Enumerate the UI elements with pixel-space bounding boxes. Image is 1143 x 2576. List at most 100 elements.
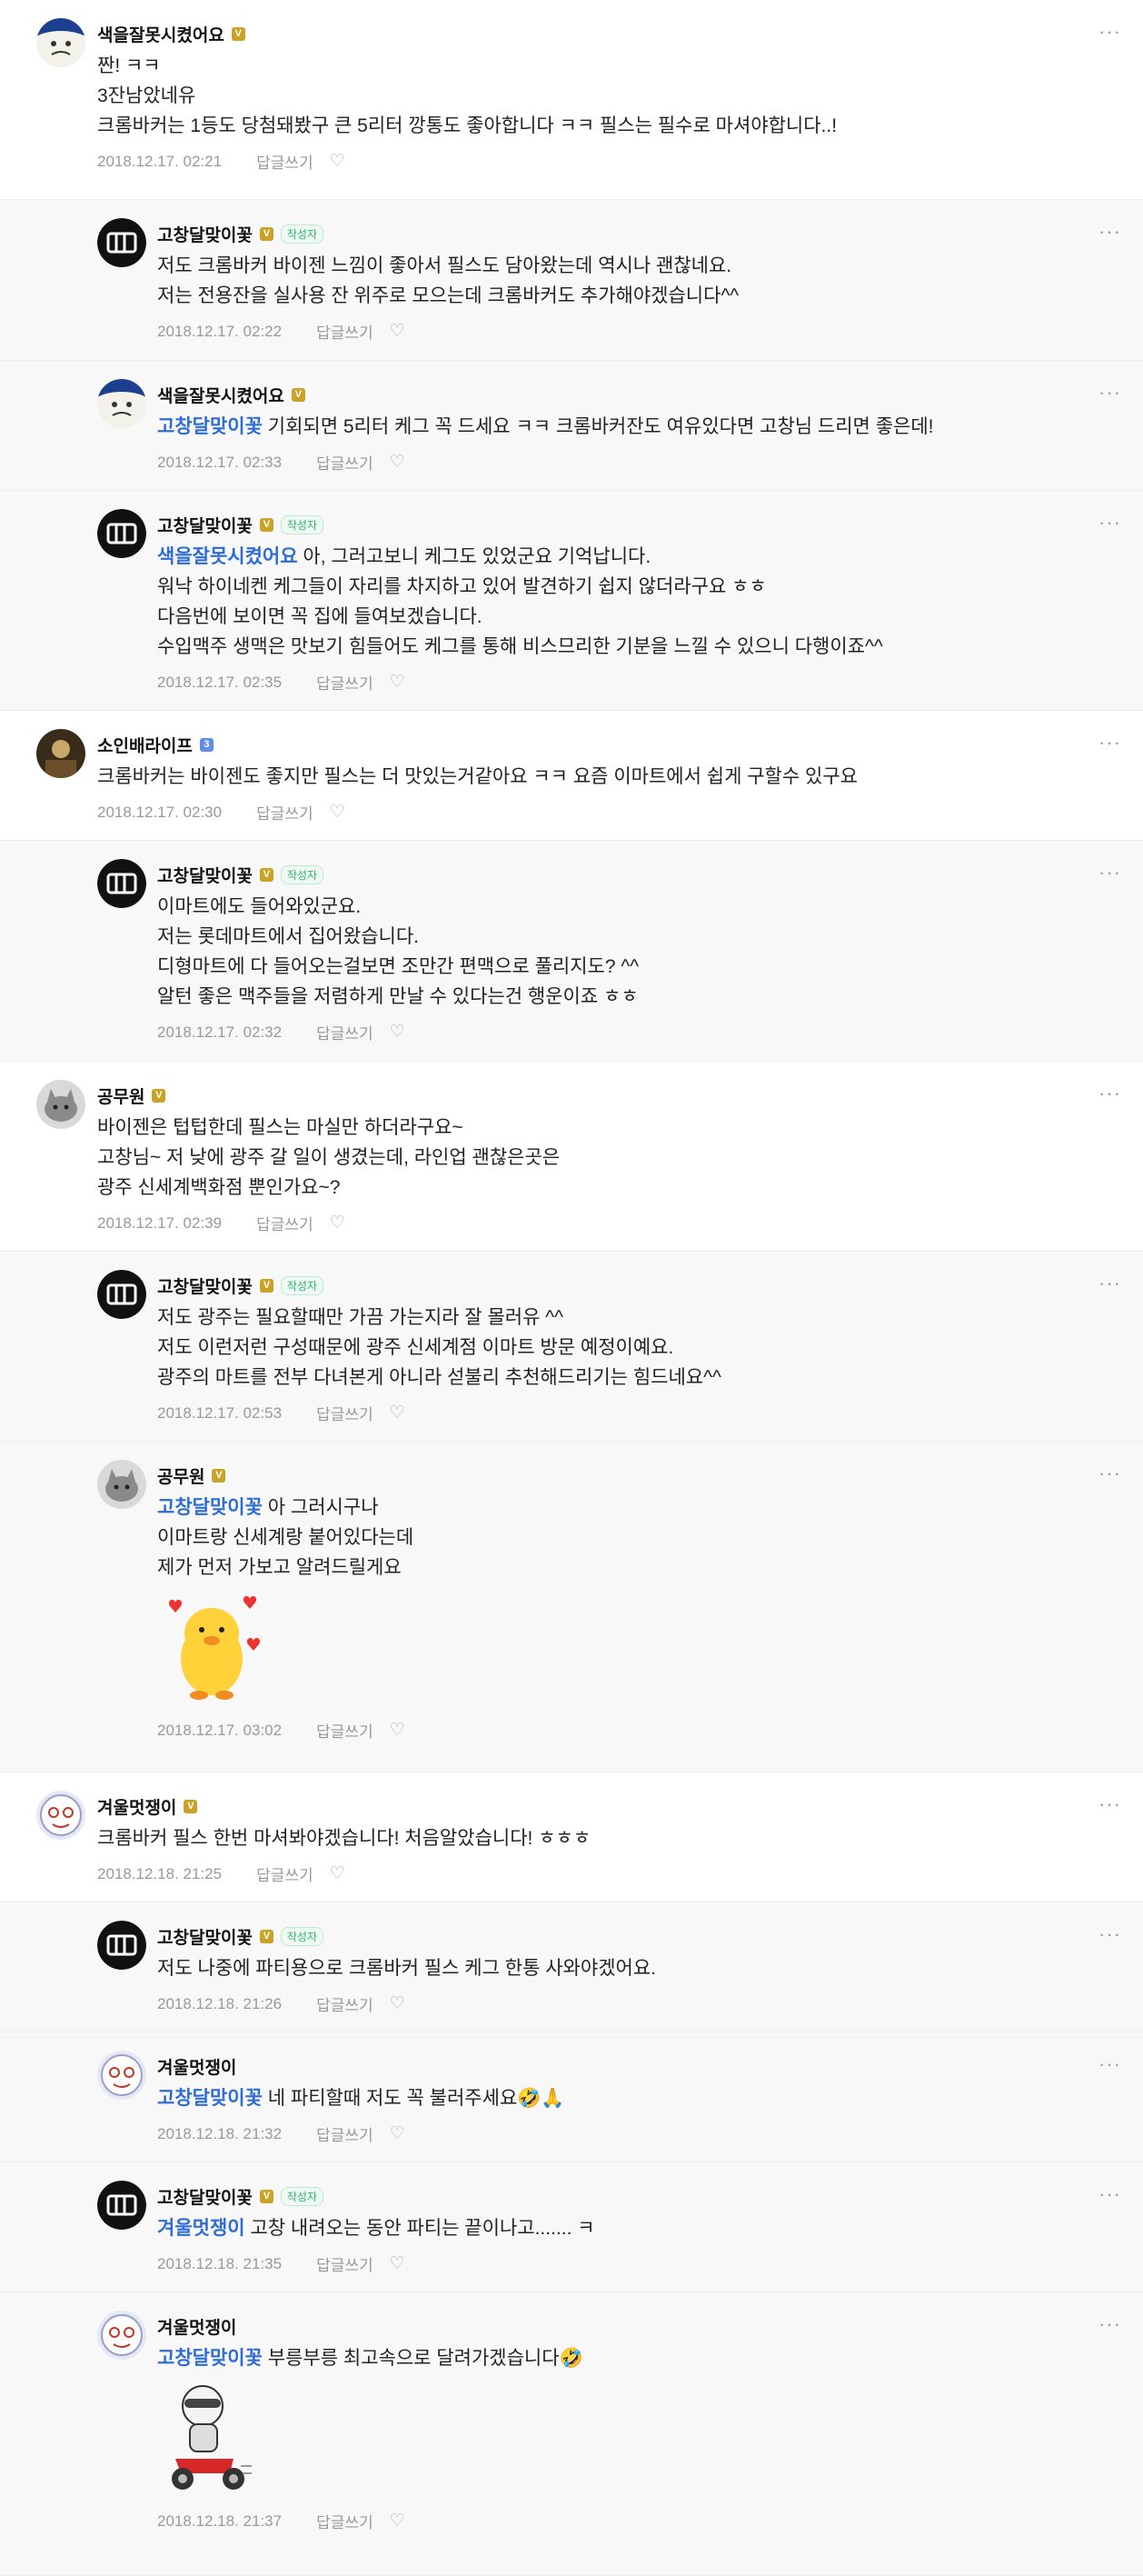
reply-button[interactable]: 답글쓰기 — [316, 1719, 373, 1742]
nickname[interactable]: 겨울멋쟁이 — [97, 1794, 176, 1819]
nickname[interactable]: 공무원 — [97, 1083, 144, 1108]
reply-button[interactable]: 답글쓰기 — [316, 1992, 373, 2015]
mention-link[interactable]: 고창달맞이꽃 — [157, 2348, 263, 2369]
nickname[interactable]: 소인배라이프 — [97, 733, 193, 757]
heart-outline-icon[interactable]: ♡ — [330, 151, 345, 172]
nickname[interactable]: 고창달맞이꽃 — [157, 222, 253, 246]
comment-text-line: 겨울멋쟁이 고창 내려오는 동안 파티는 끝이나고....... ㅋ — [157, 2218, 595, 2239]
more-options-icon[interactable]: ··· — [1098, 861, 1121, 884]
avatar[interactable] — [36, 18, 85, 67]
mention-link[interactable]: 색을잘못시켰어요 — [157, 546, 298, 567]
more-options-icon[interactable]: ··· — [1098, 1792, 1121, 1816]
avatar[interactable] — [97, 218, 146, 267]
comment-text-line: 저도 나중에 파티용으로 크롬바커 필스 케그 한통 사와야겠어요. — [157, 1958, 656, 1979]
avatar[interactable] — [97, 1270, 146, 1319]
more-options-icon[interactable]: ··· — [1098, 1462, 1121, 1485]
comment-body: 이마트에도 들어와있군요. 저는 롯데마트에서 집어왔습니다. 디형마트에 다 들어… — [157, 892, 639, 1012]
comment-text-line: 고창달맞이꽃 기회되면 5리터 케그 꼭 드세요 ㅋㅋ 크롬바커잔도 여유있다면… — [157, 416, 934, 437]
reply-button[interactable]: 답글쓰기 — [256, 1862, 313, 1885]
comment-header: 색을잘못시켰어요 V — [157, 383, 305, 407]
comment-body: 크롬바커 필스 한번 마셔봐야겠습니다! 처음알았습니다! ㅎㅎㅎ — [97, 1823, 591, 1853]
reply-button[interactable]: 답글쓰기 — [316, 320, 373, 343]
reply-button[interactable]: 답글쓰기 — [316, 2252, 373, 2275]
more-options-icon[interactable]: ··· — [1098, 2182, 1121, 2206]
more-options-icon[interactable]: ··· — [1098, 1922, 1121, 1946]
comment-body: 겨울멋쟁이 고창 내려오는 동안 파티는 끝이나고....... ㅋ — [157, 2213, 595, 2243]
nickname[interactable]: 색을잘못시켰어요 — [97, 22, 224, 46]
heart-outline-icon[interactable]: ♡ — [390, 452, 405, 473]
reply-comment: 겨울멋쟁이 고창달맞이꽃 네 파티할때 저도 꼭 불러주세요🤣🙏 2018.12.1… — [0, 2032, 1143, 2162]
reply-button[interactable]: 답글쓰기 — [316, 671, 373, 694]
more-options-icon[interactable]: ··· — [1098, 731, 1121, 754]
comment-text-line: 광주 신세계백화점 뿐인가요~? — [97, 1177, 341, 1198]
comment-body: 저도 크롬바커 바이젠 느낌이 좋아서 필스도 담아왔는데 역시나 괜찮네요. 저… — [157, 251, 739, 311]
nickname[interactable]: 고창달맞이꽃 — [157, 1273, 253, 1298]
comment-header: 공무원 V — [97, 1083, 166, 1108]
avatar[interactable] — [97, 2181, 146, 2230]
nickname[interactable]: 겨울멋쟁이 — [157, 2314, 236, 2339]
heart-outline-icon[interactable]: ♡ — [390, 2123, 405, 2144]
comment: 겨울멋쟁이 V 크롬바커 필스 한번 마셔봐야겠습니다! 처음알았습니다! ㅎㅎㅎ 2… — [0, 1772, 1143, 1902]
heart-outline-icon[interactable]: ♡ — [390, 321, 405, 342]
reply-button[interactable]: 답글쓰기 — [316, 451, 373, 474]
avatar[interactable] — [36, 729, 85, 778]
more-options-icon[interactable]: ··· — [1098, 381, 1121, 404]
heart-outline-icon[interactable]: ♡ — [330, 1213, 345, 1233]
author-badge: 작성자 — [280, 1927, 324, 1946]
nickname[interactable]: 고창달맞이꽃 — [157, 513, 253, 537]
author-badge: 작성자 — [280, 1276, 324, 1295]
heart-outline-icon[interactable]: ♡ — [330, 1863, 345, 1884]
avatar[interactable] — [97, 379, 146, 428]
more-options-icon[interactable]: ··· — [1098, 1082, 1121, 1105]
avatar[interactable] — [36, 1080, 85, 1129]
comment-text-line: 저도 이런저런 구성때문에 광주 신세계점 이마트 방문 예정이예요. — [157, 1337, 674, 1358]
avatar[interactable] — [36, 1791, 85, 1840]
heart-outline-icon[interactable]: ♡ — [390, 672, 405, 693]
comment-meta: 2018.12.17. 02:22 답글쓰기 ♡ — [157, 320, 405, 343]
heart-outline-icon[interactable]: ♡ — [390, 1022, 405, 1043]
comment-text-line: 수입맥주 생맥은 맛보기 힘들어도 케그를 통해 비스므리한 기분을 느낄 수 … — [157, 636, 883, 657]
comment-text-line: 저는 롯데마트에서 집어왔습니다. — [157, 926, 419, 947]
heart-outline-icon[interactable]: ♡ — [390, 1720, 405, 1741]
nickname[interactable]: 고창달맞이꽃 — [157, 2184, 253, 2209]
mention-link[interactable]: 고창달맞이꽃 — [157, 1497, 263, 1518]
more-options-icon[interactable]: ··· — [1098, 20, 1121, 44]
avatar[interactable] — [97, 859, 146, 908]
more-options-icon[interactable]: ··· — [1098, 2052, 1121, 2076]
more-options-icon[interactable]: ··· — [1098, 1272, 1121, 1295]
reply-button[interactable]: 답글쓰기 — [256, 150, 313, 173]
comment-time: 2018.12.17. 02:33 — [157, 453, 283, 471]
heart-outline-icon[interactable]: ♡ — [390, 2253, 405, 2274]
comment-header: 고창달맞이꽃 V 작성자 — [157, 513, 324, 537]
comment-text-line: 이마트랑 신세계랑 붙어있다는데 — [157, 1527, 414, 1548]
avatar[interactable] — [97, 1460, 146, 1509]
reply-button[interactable]: 답글쓰기 — [316, 2122, 373, 2145]
more-options-icon[interactable]: ··· — [1098, 2312, 1121, 2336]
reply-button[interactable]: 답글쓰기 — [316, 2510, 373, 2532]
nickname[interactable]: 고창달맞이꽃 — [157, 863, 253, 887]
avatar[interactable] — [97, 2051, 146, 2100]
heart-outline-icon[interactable]: ♡ — [390, 1403, 405, 1423]
heart-outline-icon[interactable]: ♡ — [390, 2511, 405, 2531]
mention-link[interactable]: 겨울멋쟁이 — [157, 2218, 245, 2239]
nickname[interactable]: 색을잘못시켰어요 — [157, 383, 284, 407]
avatar[interactable] — [97, 1921, 146, 1970]
comment-body: 고창달맞이꽃 기회되면 5리터 케그 꼭 드세요 ㅋㅋ 크롬바커잔도 여유있다면… — [157, 412, 934, 442]
heart-outline-icon[interactable]: ♡ — [390, 1993, 405, 2014]
nickname[interactable]: 겨울멋쟁이 — [157, 2054, 236, 2079]
mention-link[interactable]: 고창달맞이꽃 — [157, 2088, 263, 2109]
comment-text-line: 3잔남았네유 — [97, 85, 196, 106]
nickname[interactable]: 고창달맞이꽃 — [157, 1924, 253, 1949]
more-options-icon[interactable]: ··· — [1098, 220, 1121, 244]
mention-link[interactable]: 고창달맞이꽃 — [157, 416, 263, 437]
more-options-icon[interactable]: ··· — [1098, 511, 1121, 534]
comment-text-line: 워낙 하이네켄 케그들이 자리를 차지하고 있어 발견하기 쉽지 않더라구요 ㅎ… — [157, 576, 767, 597]
nickname[interactable]: 공무원 — [157, 1463, 204, 1488]
reply-button[interactable]: 답글쓰기 — [256, 801, 313, 824]
avatar[interactable] — [97, 2311, 146, 2360]
reply-button[interactable]: 답글쓰기 — [316, 1021, 373, 1043]
reply-button[interactable]: 답글쓰기 — [256, 1212, 313, 1234]
reply-button[interactable]: 답글쓰기 — [316, 1402, 373, 1424]
heart-outline-icon[interactable]: ♡ — [330, 802, 345, 823]
avatar[interactable] — [97, 509, 146, 558]
